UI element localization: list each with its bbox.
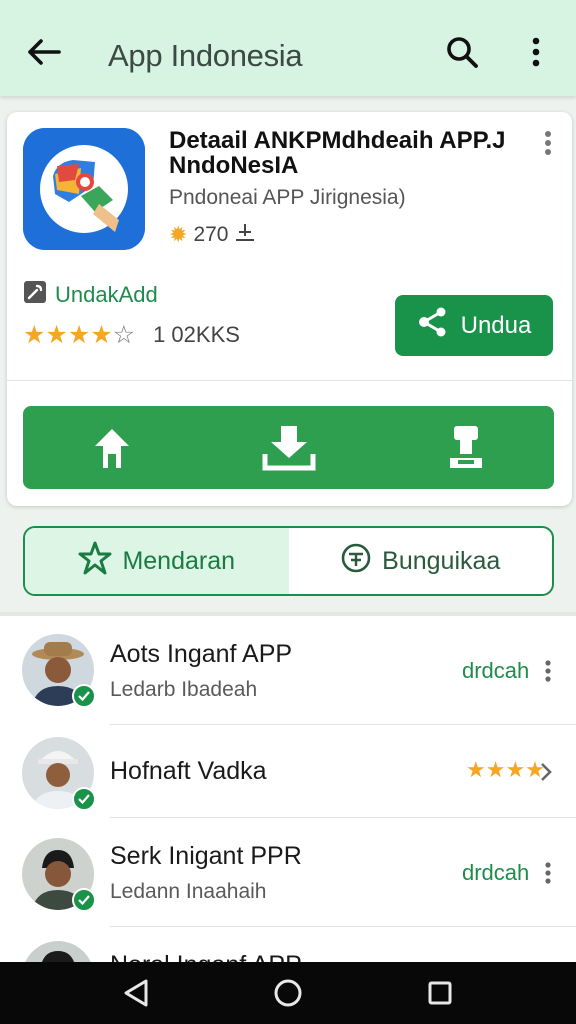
search-icon[interactable] bbox=[440, 30, 484, 74]
back-arrow-icon[interactable] bbox=[22, 30, 66, 74]
verified-icon bbox=[72, 684, 96, 708]
list-item-sub: Ledarb Ibadeah bbox=[110, 678, 258, 701]
back-triangle-icon[interactable] bbox=[112, 969, 160, 1017]
avatar bbox=[22, 838, 96, 912]
app-count-value: 270 bbox=[193, 223, 229, 246]
list-item[interactable]: Aots Inganf APP Ledarb Ibadeah drdcah bbox=[0, 616, 576, 724]
tab-mendaran-label: Mendaran bbox=[122, 546, 236, 575]
verified-icon bbox=[72, 888, 96, 912]
card-more-icon[interactable] bbox=[533, 128, 563, 158]
list-item-name: Noral Inganf APP bbox=[110, 951, 302, 962]
sun-icon: ✹ bbox=[169, 222, 188, 247]
page-title: App Indonesia bbox=[108, 38, 303, 73]
app-subtitle: Pndoneai APP Jirignesia) bbox=[169, 186, 406, 209]
wrench-icon bbox=[23, 280, 47, 310]
developer-name: UndakAdd bbox=[55, 282, 158, 307]
download-icon[interactable] bbox=[259, 418, 319, 478]
list-item-action[interactable]: drdcah bbox=[462, 860, 529, 886]
more-options-icon[interactable] bbox=[514, 30, 558, 74]
more-options-icon[interactable] bbox=[540, 656, 556, 686]
list-item-name: Aots Inganf APP bbox=[110, 640, 293, 668]
install-stand-icon[interactable] bbox=[436, 418, 496, 478]
list-item[interactable]: Hofnaft Vadka ★★★★ bbox=[0, 725, 576, 817]
home-circle-icon[interactable] bbox=[264, 969, 312, 1017]
list-item-sub: Ledann Inaahaih bbox=[110, 880, 267, 903]
home-icon[interactable] bbox=[82, 418, 142, 478]
rating-count: 1 02KKS bbox=[153, 322, 240, 347]
rating-stars: ★★★★☆ bbox=[23, 321, 136, 349]
install-button[interactable]: Undua bbox=[395, 295, 553, 356]
top-app-bar: App Indonesia bbox=[0, 0, 576, 96]
list-item[interactable]: Noral Inganf APP bbox=[0, 927, 576, 962]
card-divider bbox=[7, 380, 572, 381]
chevron-right-icon[interactable] bbox=[538, 757, 554, 787]
list-item[interactable]: Serk Inigant PPR Ledann Inaahaih drdcah bbox=[0, 818, 576, 926]
install-button-label: Undua bbox=[460, 311, 532, 339]
avatar bbox=[22, 634, 96, 708]
tab-bunguikaa-label: Bunguikaa bbox=[382, 546, 501, 575]
share-icon bbox=[417, 306, 449, 345]
avatar bbox=[22, 941, 94, 962]
action-bar bbox=[23, 406, 554, 489]
recents-square-icon[interactable] bbox=[416, 969, 464, 1017]
list-item-name: Serk Inigant PPR bbox=[110, 842, 302, 870]
verified-icon bbox=[72, 787, 96, 811]
app-icon bbox=[23, 128, 145, 250]
more-options-icon[interactable] bbox=[540, 858, 556, 888]
rating-row: ★★★★☆ 1 02KKS bbox=[23, 320, 240, 350]
segmented-tabs: Mendaran Bunguikaa bbox=[23, 526, 554, 596]
app-detail-card: Detaail ANKPMdhdeaih APP.J NndoNesIA Pnd… bbox=[7, 112, 572, 506]
star-outline-icon bbox=[78, 541, 112, 582]
download-count-icon bbox=[234, 222, 256, 248]
system-nav-bar bbox=[0, 962, 576, 1024]
circle-menu-icon bbox=[340, 542, 372, 581]
app-count: ✹ 270 bbox=[169, 222, 256, 248]
app-name: Detaail ANKPMdhdeaih APP.J NndoNesIA bbox=[169, 127, 506, 179]
app-list: Aots Inganf APP Ledarb Ibadeah drdcah Ho… bbox=[0, 612, 576, 962]
tab-bunguikaa[interactable]: Bunguikaa bbox=[289, 528, 553, 594]
list-item-name: Hofnaft Vadka bbox=[110, 757, 267, 785]
list-item-stars: ★★★★ bbox=[466, 757, 545, 782]
avatar bbox=[22, 737, 96, 811]
developer-link[interactable]: UndakAdd bbox=[23, 280, 158, 310]
tab-mendaran[interactable]: Mendaran bbox=[25, 528, 289, 594]
list-item-action[interactable]: drdcah bbox=[462, 658, 529, 684]
